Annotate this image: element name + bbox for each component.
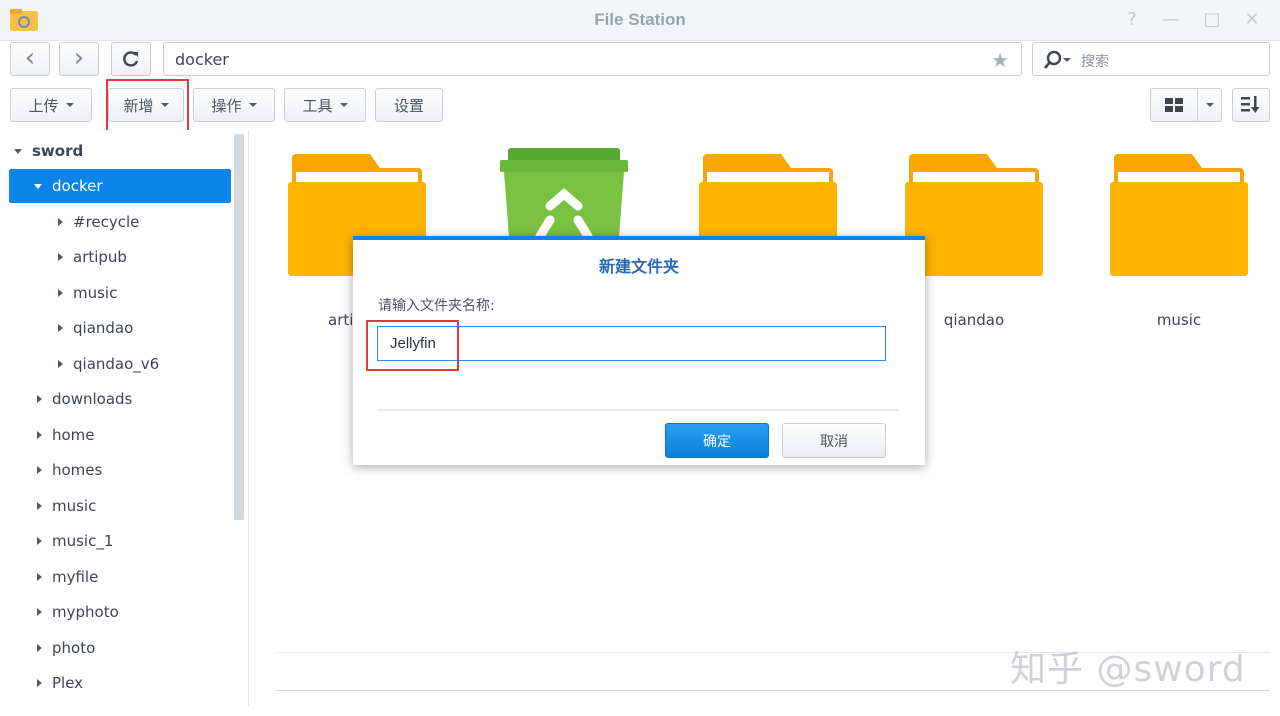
search-box[interactable]: 搜索 [1032, 42, 1270, 76]
tree-item-recycle[interactable]: #recycle [58, 205, 139, 239]
tree-item-myfile[interactable]: myfile [37, 560, 98, 594]
tree-item-label: myphoto [52, 603, 119, 621]
highlight-box-input [366, 320, 459, 371]
refresh-icon [123, 51, 139, 67]
collapse-icon[interactable] [58, 253, 63, 261]
collapse-icon[interactable] [37, 644, 42, 652]
ok-label: 确定 [703, 433, 731, 450]
action-button[interactable]: 操作 [193, 88, 275, 122]
dialog-divider [377, 409, 899, 411]
tree-item-homes[interactable]: homes [37, 453, 102, 487]
caret-down-icon [65, 103, 74, 107]
path-bar[interactable]: docker ★ [163, 42, 1022, 76]
cancel-button[interactable]: 取消 [782, 423, 886, 458]
refresh-button[interactable] [111, 42, 151, 76]
favorite-star-icon[interactable]: ★ [991, 48, 1009, 72]
view-mode-button[interactable] [1150, 88, 1198, 122]
cancel-label: 取消 [820, 433, 848, 450]
tree-item-myphoto[interactable]: myphoto [37, 595, 119, 629]
file-label[interactable]: music [1099, 311, 1259, 329]
tree-item-label: downloads [52, 390, 133, 408]
tree-item-label: Plex [52, 674, 84, 692]
tree-item-label: homes [52, 461, 103, 479]
tree-item-qiandao[interactable]: qiandao [58, 311, 133, 345]
collapse-icon[interactable] [37, 679, 42, 687]
tree-item-photo[interactable]: photo [37, 631, 95, 665]
tree-item-label: myfile [52, 568, 99, 586]
collapse-icon[interactable] [37, 608, 42, 616]
folder-tree: sword docker #recycle artipub music qian… [0, 130, 249, 706]
folder-icon[interactable] [905, 154, 1043, 276]
grid-view-icon [1165, 98, 1183, 112]
tree-root-sword[interactable]: sword [14, 134, 83, 168]
tree-item-label: music [52, 497, 97, 515]
settings-label: 设置 [393, 96, 424, 115]
tree-item-qiandao-v6[interactable]: qiandao_v6 [58, 347, 159, 381]
upload-label: 上传 [28, 96, 59, 115]
action-label: 操作 [211, 96, 242, 115]
tree-item-label: qiandao_v6 [73, 355, 160, 373]
folder-icon[interactable] [1110, 154, 1248, 276]
collapse-icon[interactable] [58, 324, 63, 332]
upload-button[interactable]: 上传 [10, 88, 92, 122]
collapse-icon[interactable] [58, 289, 63, 297]
maximize-icon[interactable]: □ [1201, 9, 1223, 30]
folder-name-label: 请输入文件夹名称: [378, 298, 495, 314]
expand-icon[interactable] [14, 148, 22, 154]
tree-item-label: music [73, 284, 118, 302]
sidebar-scrollbar[interactable] [234, 134, 244, 520]
tree-item-label: artipub [73, 248, 127, 266]
forward-button[interactable]: › [59, 42, 99, 76]
collapse-icon[interactable] [37, 431, 42, 439]
tree-item-artipub[interactable]: artipub [58, 240, 127, 274]
tools-button[interactable]: 工具 [284, 88, 366, 122]
close-icon[interactable]: ✕ [1241, 9, 1263, 30]
caret-down-icon [1205, 103, 1214, 107]
path-text: docker [175, 50, 229, 69]
title-bar: File Station ? — □ ✕ [0, 0, 1280, 41]
tree-item-music-sub[interactable]: music [58, 276, 117, 310]
tree-item-label: docker [52, 177, 103, 195]
tree-item-label: photo [52, 639, 96, 657]
back-button[interactable]: ‹ [10, 42, 50, 76]
search-icon [1044, 50, 1062, 69]
collapse-icon[interactable] [58, 218, 63, 226]
chevron-left-icon: ‹ [24, 42, 36, 73]
tree-item-plex[interactable]: Plex [37, 666, 83, 700]
search-input[interactable]: 搜索 [1081, 51, 1109, 71]
tools-label: 工具 [302, 96, 333, 115]
sort-icon [1241, 96, 1260, 113]
chevron-right-icon: › [73, 42, 85, 73]
view-mode-dropdown[interactable] [1197, 88, 1222, 122]
tree-item-home[interactable]: home [37, 418, 95, 452]
collapse-icon[interactable] [37, 573, 42, 581]
tree-item-label: qiandao [73, 319, 134, 337]
collapse-icon[interactable] [37, 395, 42, 403]
collapse-icon[interactable] [58, 360, 63, 368]
tree-item-label: #recycle [73, 213, 140, 231]
tree-item-music[interactable]: music [37, 489, 96, 523]
expand-icon[interactable] [34, 183, 42, 189]
caret-down-icon [339, 103, 348, 107]
help-icon[interactable]: ? [1121, 9, 1143, 30]
settings-button[interactable]: 设置 [375, 88, 443, 122]
caret-down-icon [248, 103, 257, 107]
collapse-icon[interactable] [37, 537, 42, 545]
dialog-title: 新建文件夹 [598, 257, 679, 276]
minimize-icon[interactable]: — [1160, 9, 1182, 30]
window-title: File Station [594, 10, 686, 29]
tree-item-downloads[interactable]: downloads [37, 382, 132, 416]
tree-item-label: music_1 [52, 532, 114, 550]
collapse-icon[interactable] [37, 466, 42, 474]
watermark-text: 知乎 @sword [1010, 649, 1246, 690]
tree-item-label: home [52, 426, 95, 444]
tree-item-docker[interactable]: docker [9, 169, 231, 203]
tree-root-label: sword [32, 142, 84, 160]
sort-button[interactable] [1232, 88, 1270, 122]
tree-item-music-1[interactable]: music_1 [37, 524, 113, 558]
search-options-caret-icon[interactable] [1063, 58, 1071, 62]
collapse-icon[interactable] [37, 502, 42, 510]
ok-button[interactable]: 确定 [665, 423, 769, 458]
